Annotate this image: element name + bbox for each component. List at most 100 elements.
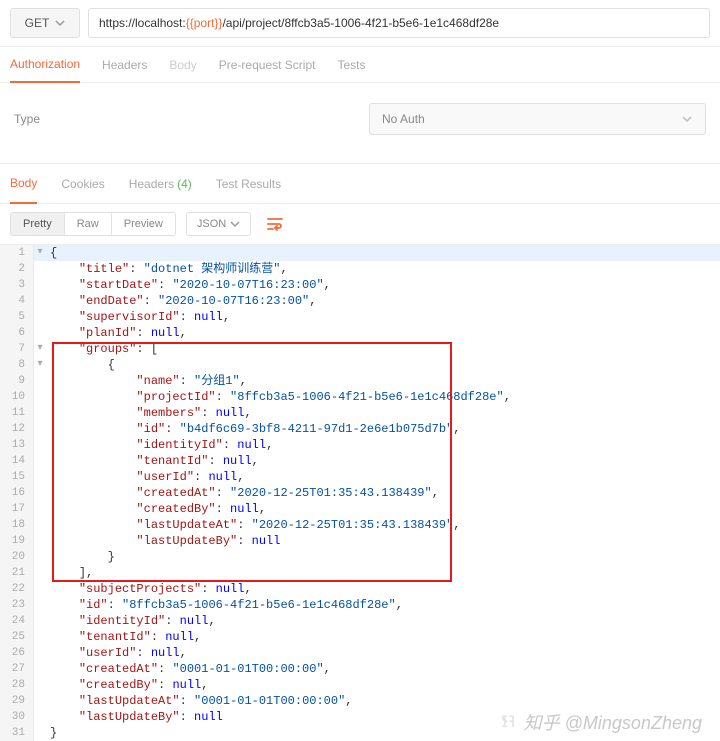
line-number: 12	[0, 421, 34, 437]
code-content: "tenantId": null,	[46, 629, 201, 645]
code-content: "projectId": "8ffcb3a5-1006-4f21-b5e6-1e…	[46, 389, 511, 405]
response-body[interactable]: 1▾{2 "title": "dotnet 架构师训练营",3 "startDa…	[0, 245, 720, 741]
tab-headers[interactable]: Headers	[102, 47, 147, 82]
code-content: "name": "分组1",	[46, 373, 247, 389]
code-line: 30 "lastUpdateBy": null	[0, 709, 720, 725]
auth-panel: Type No Auth	[0, 83, 720, 164]
code-line: 7▾ "groups": [	[0, 341, 720, 357]
code-line: 17 "createdBy": null,	[0, 501, 720, 517]
view-pretty-button[interactable]: Pretty	[11, 213, 65, 235]
code-line: 1▾{	[0, 245, 720, 261]
code-line: 31}	[0, 725, 720, 741]
auth-selected-value: No Auth	[382, 112, 425, 126]
wrap-lines-button[interactable]	[261, 213, 289, 235]
code-content: "createdBy": null,	[46, 677, 208, 693]
url-input[interactable]: https://localhost:{{port}}/api/project/8…	[88, 8, 710, 38]
fold-toggle	[34, 293, 46, 309]
fold-toggle	[34, 309, 46, 325]
code-content: {	[46, 245, 57, 261]
fold-toggle	[34, 325, 46, 341]
line-number: 10	[0, 389, 34, 405]
fold-toggle	[34, 261, 46, 277]
code-line: 29 "lastUpdateAt": "0001-01-01T00:00:00"…	[0, 693, 720, 709]
fold-toggle	[34, 469, 46, 485]
fold-toggle	[34, 629, 46, 645]
http-method-select[interactable]: GET	[10, 8, 80, 38]
line-number: 6	[0, 325, 34, 341]
line-number: 21	[0, 565, 34, 581]
fold-toggle[interactable]: ▾	[34, 245, 46, 261]
resp-tab-test-results[interactable]: Test Results	[216, 164, 281, 203]
code-content: "createdAt": "0001-01-01T00:00:00",	[46, 661, 331, 677]
code-content: "endDate": "2020-10-07T16:23:00",	[46, 293, 316, 309]
line-number: 31	[0, 725, 34, 741]
line-number: 18	[0, 517, 34, 533]
line-number: 4	[0, 293, 34, 309]
code-content: "subjectProjects": null,	[46, 581, 252, 597]
tab-prerequest[interactable]: Pre-request Script	[219, 47, 316, 82]
fold-toggle	[34, 517, 46, 533]
resp-tab-headers[interactable]: Headers (4)	[129, 164, 192, 203]
line-number: 9	[0, 373, 34, 389]
request-bar: GET https://localhost:{{port}}/api/proje…	[0, 0, 720, 47]
view-raw-button[interactable]: Raw	[65, 213, 112, 235]
view-mode-group: Pretty Raw Preview	[10, 212, 176, 236]
tab-body[interactable]: Body	[169, 47, 196, 82]
code-content: "startDate": "2020-10-07T16:23:00",	[46, 277, 331, 293]
code-content: "lastUpdateBy": null	[46, 709, 223, 725]
request-tabs: Authorization Headers Body Pre-request S…	[0, 47, 720, 83]
line-number: 23	[0, 597, 34, 613]
code-line: 25 "tenantId": null,	[0, 629, 720, 645]
code-content: }	[46, 549, 115, 565]
tab-authorization[interactable]: Authorization	[10, 48, 80, 83]
fold-toggle	[34, 421, 46, 437]
body-format-select[interactable]: JSON	[186, 212, 251, 236]
response-toolbar: Pretty Raw Preview JSON	[0, 204, 720, 245]
line-number: 14	[0, 453, 34, 469]
line-number: 28	[0, 677, 34, 693]
code-line: 24 "identityId": null,	[0, 613, 720, 629]
line-number: 11	[0, 405, 34, 421]
fold-toggle	[34, 709, 46, 725]
code-line: 12 "id": "b4df6c69-3bf8-4211-97d1-2e6e1b…	[0, 421, 720, 437]
fold-toggle	[34, 549, 46, 565]
line-number: 5	[0, 309, 34, 325]
response-tabs: Body Cookies Headers (4) Test Results	[0, 164, 720, 204]
line-number: 15	[0, 469, 34, 485]
code-content: "groups": [	[46, 341, 158, 357]
code-line: 28 "createdBy": null,	[0, 677, 720, 693]
line-number: 8	[0, 357, 34, 373]
fold-toggle	[34, 533, 46, 549]
code-line: 5 "supervisorId": null,	[0, 309, 720, 325]
line-number: 30	[0, 709, 34, 725]
resp-tab-body[interactable]: Body	[10, 165, 37, 204]
code-content: "lastUpdateBy": null	[46, 533, 280, 549]
code-content: "planId": null,	[46, 325, 187, 341]
http-method-label: GET	[25, 16, 50, 30]
code-line: 23 "id": "8ffcb3a5-1006-4f21-b5e6-1e1c46…	[0, 597, 720, 613]
wrap-icon	[267, 217, 283, 231]
code-content: {	[46, 357, 115, 373]
line-number: 17	[0, 501, 34, 517]
line-number: 19	[0, 533, 34, 549]
fold-toggle	[34, 693, 46, 709]
fold-toggle	[34, 485, 46, 501]
headers-count: (4)	[177, 177, 192, 191]
resp-tab-cookies[interactable]: Cookies	[61, 164, 104, 203]
chevron-down-icon	[55, 18, 65, 28]
code-line: 26 "userId": null,	[0, 645, 720, 661]
view-preview-button[interactable]: Preview	[112, 213, 175, 235]
code-content: "title": "dotnet 架构师训练营",	[46, 261, 288, 277]
fold-toggle[interactable]: ▾	[34, 357, 46, 373]
code-line: 14 "tenantId": null,	[0, 453, 720, 469]
url-variable: {{port}}	[186, 16, 223, 30]
line-number: 16	[0, 485, 34, 501]
fold-toggle[interactable]: ▾	[34, 341, 46, 357]
code-content: "id": "b4df6c69-3bf8-4211-97d1-2e6e1b075…	[46, 421, 461, 437]
tab-tests[interactable]: Tests	[337, 47, 365, 82]
auth-type-select[interactable]: No Auth	[369, 103, 706, 135]
code-content: "userId": null,	[46, 469, 244, 485]
code-content: ],	[46, 565, 93, 581]
fold-toggle	[34, 677, 46, 693]
line-number: 7	[0, 341, 34, 357]
